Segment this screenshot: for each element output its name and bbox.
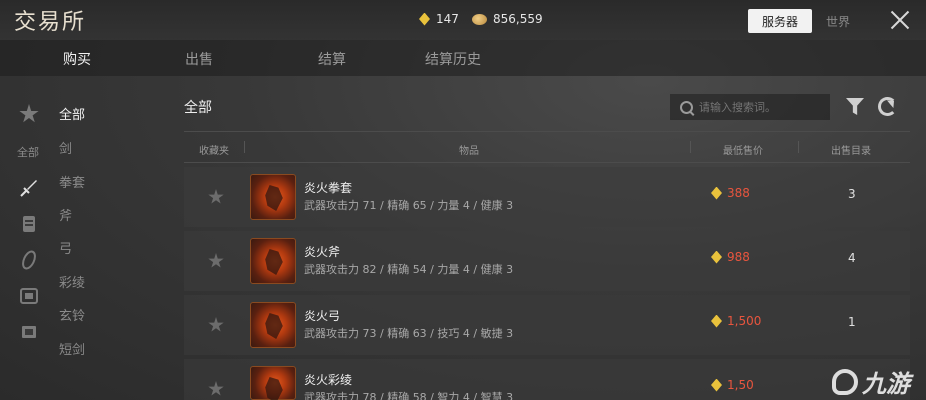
refresh-icon[interactable] [878,97,897,116]
watermark: 九游 [832,364,910,399]
table-row[interactable]: 炎火弓 武器攻击力 73 / 精确 63 / 技巧 4 / 敏捷 3 1,500… [184,295,910,355]
item-price-value: 988 [727,250,750,264]
column-header-favorites[interactable]: 收藏夹 [199,142,229,157]
gold-amount: 147 [436,12,459,26]
favorite-star-icon[interactable] [208,381,224,396]
sidebar-item-axe[interactable]: 斧 [59,205,72,224]
search-icon [680,100,693,114]
favorite-star-icon[interactable] [208,317,224,332]
world-button[interactable]: 世界 [812,9,864,33]
column-header-listing-count[interactable]: 出售目录 [831,142,871,157]
tab-sell[interactable]: 出售 [185,49,213,69]
item-name: 炎火斧 [304,245,341,259]
column-header-item[interactable]: 物品 [459,142,479,157]
sidebar-all-caption: 全部 [17,146,39,159]
item-name: 炎火彩绫 [304,373,353,387]
watermark-logo-icon [832,368,858,395]
item-price-value: 388 [727,186,750,200]
search-input[interactable] [699,100,819,114]
search-box[interactable] [670,94,830,120]
item-stats: 武器攻击力 78 / 精确 58 / 智力 4 / 智慧 3 [304,391,514,400]
dagger-icon[interactable] [19,322,39,342]
coin-icon [472,13,487,25]
item-thumbnail [250,238,296,284]
section-heading: 全部 [184,100,212,116]
bell-icon[interactable] [19,286,39,306]
table-row[interactable]: 炎火斧 武器攻击力 82 / 精确 54 / 力量 4 / 健康 3 988 4 [184,231,910,291]
item-price: 988 [711,250,750,264]
table-row[interactable]: 炎火拳套 武器攻击力 71 / 精确 65 / 力量 4 / 健康 3 388 … [184,167,910,227]
close-icon[interactable] [888,8,912,32]
tab-settlement-history[interactable]: 结算历史 [425,49,481,69]
item-name: 炎火拳套 [304,181,353,195]
coin-currency: 856,559 [472,12,543,26]
item-stats: 武器攻击力 71 / 精确 65 / 力量 4 / 健康 3 [304,199,514,212]
column-header-lowest-price[interactable]: 最低售价 [723,142,763,157]
sidebar-item-dagger[interactable]: 短剑 [59,339,85,358]
item-price-value: 1,500 [727,314,762,328]
item-price-value: 1,50 [727,378,754,392]
item-listing-count: 4 [848,251,856,265]
page-title: 交易所 [14,10,87,35]
sidebar-item-all[interactable]: 全部 [59,104,85,123]
favorites-star-icon[interactable] [19,104,39,124]
item-name: 炎火弓 [304,309,341,323]
server-button[interactable]: 服务器 [748,9,813,33]
top-bar: 交易所 147 856,559 服务器 世界 [0,0,926,40]
table-header: 收藏夹 物品 最低售价 出售目录 [184,131,910,163]
gold-gem-icon [711,378,722,392]
filter-icon[interactable] [846,98,864,115]
gold-gem-icon [419,12,430,26]
sidebar-item-gauntlet[interactable]: 拳套 [59,172,85,191]
item-listing-count: 3 [848,187,856,201]
server-toggle: 服务器 世界 [748,9,878,33]
gauntlet-icon[interactable] [19,214,39,234]
sword-icon[interactable] [19,178,39,198]
tab-buy[interactable]: 购买 [63,49,91,69]
item-listing-count: 1 [848,315,856,329]
item-price: 388 [711,186,750,200]
sidebar-item-sword[interactable]: 剑 [59,138,72,157]
item-stats: 武器攻击力 82 / 精确 54 / 力量 4 / 健康 3 [304,263,514,276]
favorite-star-icon[interactable] [208,253,224,268]
tab-settlement[interactable]: 结算 [318,49,346,69]
sidebar-item-bell[interactable]: 玄铃 [59,305,85,324]
watermark-text: 九游 [862,370,910,398]
item-thumbnail [250,174,296,220]
item-thumbnail [250,366,296,400]
sidebar-item-ribbon[interactable]: 彩绫 [59,272,85,291]
gold-gem-icon [711,250,722,264]
sidebar-item-bow[interactable]: 弓 [59,238,72,257]
item-price: 1,50 [711,378,754,392]
item-stats: 武器攻击力 73 / 精确 63 / 技巧 4 / 敏捷 3 [304,327,514,340]
table-row[interactable]: 炎火彩绫 武器攻击力 78 / 精确 58 / 智力 4 / 智慧 3 1,50 [184,359,910,400]
favorite-star-icon[interactable] [208,189,224,204]
gold-gem-icon [711,314,722,328]
item-price: 1,500 [711,314,761,328]
item-thumbnail [250,302,296,348]
bow-icon[interactable] [19,250,39,270]
coin-amount: 856,559 [493,12,543,26]
gold-gem-icon [711,186,722,200]
gold-currency: 147 [419,12,459,26]
tab-bar: 购买 出售 结算 结算历史 [0,40,926,76]
